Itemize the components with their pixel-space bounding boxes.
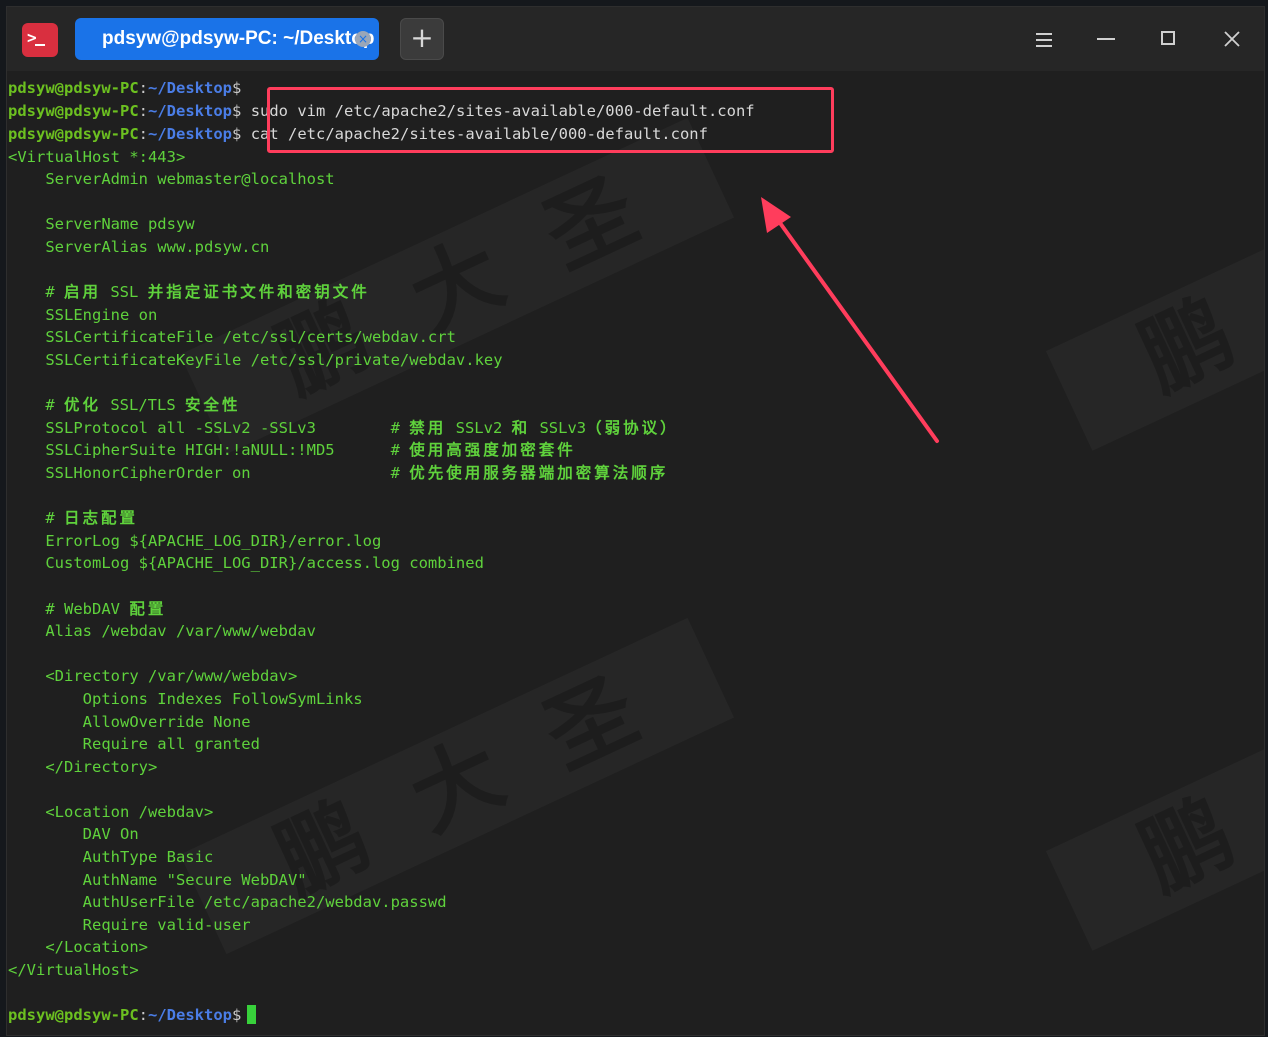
terminal-window: > pdsyw@pdsyw-PC: ~/Desktop × + 鹏大圣 鹏大圣 … (6, 6, 1265, 1036)
menu-button[interactable] (1022, 21, 1066, 57)
minimize-icon (1097, 38, 1115, 40)
tab-desktop[interactable]: pdsyw@pdsyw-PC: ~/Desktop × (75, 18, 379, 60)
minimize-button[interactable] (1084, 21, 1128, 57)
tab-title: pdsyw@pdsyw-PC: ~/Desktop (102, 28, 375, 49)
terminal-app-icon[interactable]: > (22, 23, 58, 57)
title-bar: > pdsyw@pdsyw-PC: ~/Desktop × + (7, 7, 1264, 71)
annotation-arrow (761, 197, 939, 443)
maximize-icon (1161, 31, 1175, 45)
maximize-button[interactable] (1146, 21, 1190, 57)
terminal-content[interactable]: 鹏大圣 鹏大圣 鹏 鹏 pdsyw@pdsyw-PC:~/Desktop$ pd… (7, 71, 1263, 1035)
tab-close-icon[interactable]: × (355, 31, 371, 47)
new-tab-button[interactable]: + (400, 18, 444, 60)
hamburger-icon (1036, 33, 1052, 47)
close-button[interactable] (1210, 21, 1254, 57)
close-icon (1224, 31, 1240, 47)
